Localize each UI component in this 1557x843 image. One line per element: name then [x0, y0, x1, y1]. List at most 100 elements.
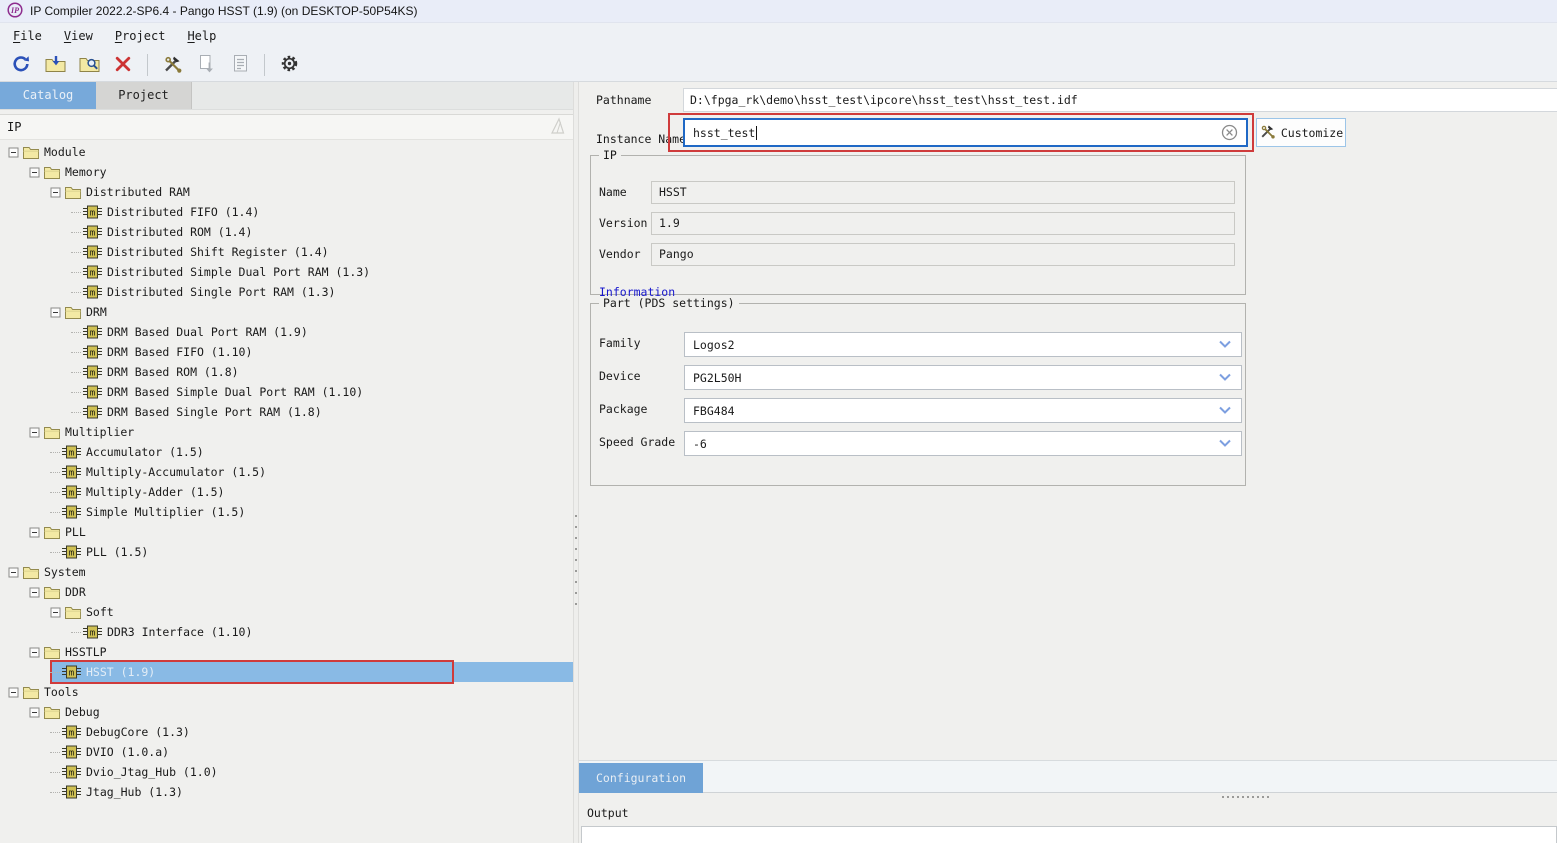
- collapse-icon[interactable]: [50, 187, 61, 198]
- search-ip-button[interactable]: [76, 52, 102, 78]
- family-value: Logos2: [693, 338, 735, 352]
- tree-connector: [50, 492, 60, 493]
- tree-item-hsst-1-9[interactable]: mHSST (1.9): [0, 662, 573, 682]
- tree-connector: [71, 232, 81, 233]
- tree-item-label: DebugCore (1.3): [86, 725, 190, 739]
- tree-item-distributed-ram[interactable]: Distributed RAM: [0, 182, 573, 202]
- filter-icon[interactable]: [548, 115, 567, 140]
- tree-item-hsstlp[interactable]: HSSTLP: [0, 642, 573, 662]
- bottom-tab-strip: Configuration: [579, 760, 1557, 793]
- menu-file[interactable]: File: [2, 26, 53, 46]
- ip-chip-icon: m: [83, 245, 102, 259]
- tree-item-simple-multiplier-1-5[interactable]: mSimple Multiplier (1.5): [0, 502, 573, 522]
- collapse-icon[interactable]: [8, 567, 19, 578]
- collapse-icon[interactable]: [8, 687, 19, 698]
- tree-item-module[interactable]: Module: [0, 142, 573, 162]
- tab-project[interactable]: Project: [96, 82, 192, 109]
- open-ip-button[interactable]: [42, 52, 68, 78]
- refresh-button[interactable]: [8, 52, 34, 78]
- delete-button[interactable]: [110, 52, 136, 78]
- clear-icon[interactable]: [1221, 124, 1238, 141]
- menu-view[interactable]: View: [53, 26, 104, 46]
- instance-name-input[interactable]: hsst_test: [683, 118, 1248, 147]
- collapse-icon[interactable]: [29, 707, 40, 718]
- collapse-icon[interactable]: [29, 527, 40, 538]
- pathname-field[interactable]: D:\fpga_rk\demo\hsst_test\ipcore\hsst_te…: [683, 88, 1557, 112]
- speed-grade-label: Speed Grade: [599, 435, 675, 449]
- tree-item-tools[interactable]: Tools: [0, 682, 573, 702]
- tree-item-accumulator-1-5[interactable]: mAccumulator (1.5): [0, 442, 573, 462]
- speed-grade-select[interactable]: -6: [684, 431, 1242, 456]
- tree-connector: [50, 472, 60, 473]
- tree-item-drm-based-fifo-1-10[interactable]: mDRM Based FIFO (1.10): [0, 342, 573, 362]
- tree-item-distributed-shift-register-1-4[interactable]: mDistributed Shift Register (1.4): [0, 242, 573, 262]
- tree-item-jtag-hub-1-3[interactable]: mJtag_Hub (1.3): [0, 782, 573, 802]
- tree-item-label: DRM Based Single Port RAM (1.8): [107, 405, 322, 419]
- tree-item-label: PLL (1.5): [86, 545, 148, 559]
- tree-item-label: Dvio_Jtag_Hub (1.0): [86, 765, 218, 779]
- tree-item-ddr[interactable]: DDR: [0, 582, 573, 602]
- customize-button[interactable]: Customize: [1256, 118, 1346, 147]
- tree-item-dvio-1-0-a[interactable]: mDVIO (1.0.a): [0, 742, 573, 762]
- tab-configuration[interactable]: Configuration: [579, 763, 703, 793]
- menubar: FileViewProjectHelp: [0, 23, 1557, 49]
- folder-icon: [44, 586, 60, 599]
- tree-item-drm[interactable]: DRM: [0, 302, 573, 322]
- tree-item-distributed-rom-1-4[interactable]: mDistributed ROM (1.4): [0, 222, 573, 242]
- tab-catalog[interactable]: Catalog: [0, 82, 96, 109]
- customize-tool-button[interactable]: [159, 52, 185, 78]
- ip-chip-icon: m: [62, 465, 81, 479]
- tree-item-multiply-adder-1-5[interactable]: mMultiply-Adder (1.5): [0, 482, 573, 502]
- tree-item-debugcore-1-3[interactable]: m DebugCore (1.3): [0, 722, 573, 742]
- tree-item-drm-based-simple-dual-port-ram-1-10[interactable]: mDRM Based Simple Dual Port RAM (1.10): [0, 382, 573, 402]
- tree-item-label: Simple Multiplier (1.5): [86, 505, 245, 519]
- tree-item-label: Module: [44, 145, 86, 159]
- menu-help[interactable]: Help: [176, 26, 227, 46]
- tree-connector: [50, 672, 60, 673]
- horizontal-splitter-grip[interactable]: [1222, 796, 1269, 798]
- svg-text:m: m: [90, 289, 95, 299]
- ip-chip-icon: m: [62, 485, 81, 499]
- collapse-icon[interactable]: [29, 587, 40, 598]
- package-select[interactable]: FBG484: [684, 398, 1242, 423]
- tree-item-memory[interactable]: Memory: [0, 162, 573, 182]
- collapse-icon[interactable]: [50, 307, 61, 318]
- folder-import-icon: [45, 55, 66, 75]
- tree-item-distributed-simple-dual-port-ram-1-3[interactable]: mDistributed Simple Dual Port RAM (1.3): [0, 262, 573, 282]
- tree-item-soft[interactable]: Soft: [0, 602, 573, 622]
- tree-item-multiplier[interactable]: Multiplier: [0, 422, 573, 442]
- tree-connector: [50, 732, 60, 733]
- tree-item-pll-1-5[interactable]: mPLL (1.5): [0, 542, 573, 562]
- collapse-icon[interactable]: [29, 647, 40, 658]
- folder-icon: [44, 426, 60, 439]
- family-select[interactable]: Logos2: [684, 332, 1242, 357]
- instance-name-label: Instance Name: [596, 132, 686, 146]
- collapse-icon[interactable]: [29, 427, 40, 438]
- tree-item-label: Distributed Simple Dual Port RAM (1.3): [107, 265, 370, 279]
- ip-chip-icon: m: [62, 765, 81, 779]
- tree-item-label: DRM Based Simple Dual Port RAM (1.10): [107, 385, 363, 399]
- tree-item-drm-based-single-port-ram-1-8[interactable]: mDRM Based Single Port RAM (1.8): [0, 402, 573, 422]
- tree-item-pll[interactable]: PLL: [0, 522, 573, 542]
- splitter-grip[interactable]: [575, 515, 577, 605]
- tree-connector: [50, 512, 60, 513]
- collapse-icon[interactable]: [50, 607, 61, 618]
- menu-project[interactable]: Project: [104, 26, 177, 46]
- tree-item-drm-based-rom-1-8[interactable]: mDRM Based ROM (1.8): [0, 362, 573, 382]
- ip-chip-icon: m: [62, 725, 81, 739]
- tree-connector: [71, 372, 81, 373]
- device-select[interactable]: PG2L50H: [684, 365, 1242, 390]
- svg-text:m: m: [90, 349, 95, 359]
- tree-item-debug[interactable]: Debug: [0, 702, 573, 722]
- tree-item-dvio-jtag-hub-1-0[interactable]: m Dvio_Jtag_Hub (1.0): [0, 762, 573, 782]
- settings-button[interactable]: [276, 52, 302, 78]
- tree-item-ddr3-interface-1-10[interactable]: mDDR3 Interface (1.10): [0, 622, 573, 642]
- tree-item-distributed-fifo-1-4[interactable]: mDistributed FIFO (1.4): [0, 202, 573, 222]
- tree-item-system[interactable]: System: [0, 562, 573, 582]
- collapse-icon[interactable]: [29, 167, 40, 178]
- collapse-icon[interactable]: [8, 147, 19, 158]
- tree-item-distributed-single-port-ram-1-3[interactable]: mDistributed Single Port RAM (1.3): [0, 282, 573, 302]
- device-value: PG2L50H: [693, 371, 741, 385]
- tree-item-drm-based-dual-port-ram-1-9[interactable]: mDRM Based Dual Port RAM (1.9): [0, 322, 573, 342]
- tree-item-multiply-accumulator-1-5[interactable]: mMultiply-Accumulator (1.5): [0, 462, 573, 482]
